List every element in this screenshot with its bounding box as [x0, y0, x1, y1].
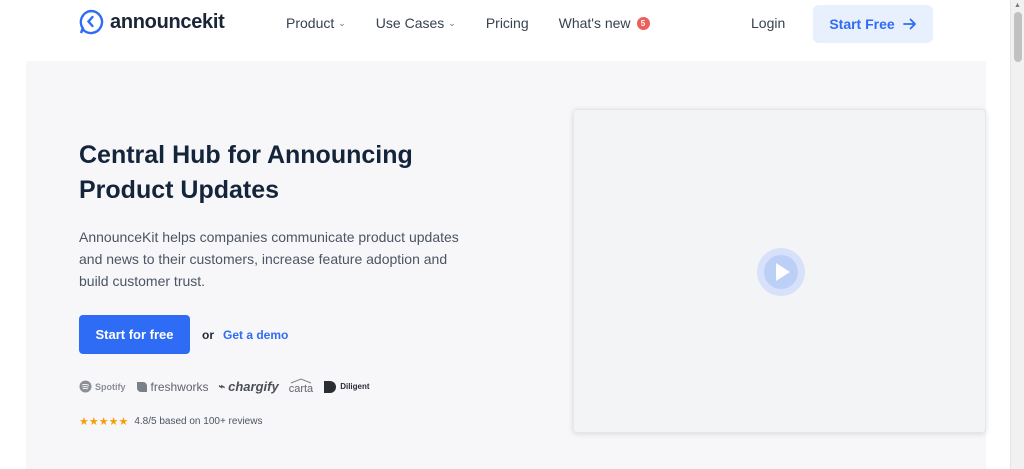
star-rating-icon: ★★★★★: [79, 416, 129, 428]
start-free-label: Start Free: [829, 16, 895, 32]
spotify-icon: [79, 380, 92, 393]
brand-spotify: Spotify: [79, 380, 126, 393]
brand-diligent: Diligent: [323, 380, 370, 394]
start-for-free-button[interactable]: Start for free: [79, 315, 190, 354]
brand-carta: carta: [289, 378, 313, 395]
menu-item-label: What's new: [558, 15, 631, 31]
play-button[interactable]: [757, 248, 805, 296]
arrow-right-icon: [902, 18, 916, 30]
menu-item-use-cases[interactable]: Use Cases ⌄: [376, 15, 456, 31]
menu-item-label: Product: [286, 15, 335, 31]
scrollbar-thumb[interactable]: [1014, 12, 1022, 62]
get-a-demo-link[interactable]: Get a demo: [223, 328, 288, 342]
customer-logos: Spotify freshworks ⌁ chargify carta Dili…: [79, 378, 370, 395]
login-link[interactable]: Login: [751, 15, 785, 31]
menu-item-pricing[interactable]: Pricing: [486, 15, 529, 31]
start-free-button[interactable]: Start Free: [813, 5, 933, 43]
chevron-down-icon: ⌄: [338, 17, 346, 28]
play-icon: [764, 255, 798, 289]
scroll-up-arrow-icon[interactable]: ▲: [1014, 2, 1021, 9]
page-scrollbar[interactable]: ▲: [1010, 0, 1024, 469]
brand-name: Spotify: [95, 381, 126, 392]
chevron-down-icon: ⌄: [448, 17, 456, 28]
logo[interactable]: announcekit: [78, 9, 225, 35]
main-menu: Product ⌄ Use Cases ⌄ Pricing What's new…: [286, 15, 680, 31]
freshworks-icon: [136, 381, 147, 392]
menu-item-label: Use Cases: [375, 15, 445, 31]
logo-text: announcekit: [110, 10, 225, 33]
brand-name: freshworks: [150, 379, 209, 394]
hero-description: AnnounceKit helps companies communicate …: [79, 229, 459, 289]
menu-item-whats-new[interactable]: What's new 5: [559, 15, 650, 31]
or-text: or: [202, 328, 214, 342]
headline-line: Central Hub for Announcing: [79, 141, 413, 169]
diligent-icon: [324, 380, 337, 393]
rating: ★★★★★ 4.8/5 based on 100+ reviews: [79, 415, 262, 428]
menu-item-label: Pricing: [485, 15, 529, 31]
rating-text: 4.8/5 based on 100+ reviews: [134, 416, 263, 427]
chargify-icon: ⌁: [218, 381, 226, 393]
announcekit-logo-icon: [79, 9, 104, 35]
brand-name: Diligent: [340, 382, 370, 391]
notification-badge: 5: [636, 16, 650, 30]
brand-chargify: ⌁ chargify: [219, 379, 279, 394]
top-navbar: announcekit Product ⌄ Use Cases ⌄ Pricin…: [0, 0, 1010, 46]
headline-line: Product Updates: [79, 176, 280, 204]
video-player[interactable]: [573, 109, 986, 433]
brand-freshworks: freshworks: [136, 380, 209, 394]
brand-name: chargify: [228, 379, 279, 394]
brand-name: carta: [288, 383, 314, 395]
menu-item-product[interactable]: Product ⌄: [286, 15, 346, 31]
hero-headline: Central Hub for Announcing Product Updat…: [79, 138, 499, 208]
